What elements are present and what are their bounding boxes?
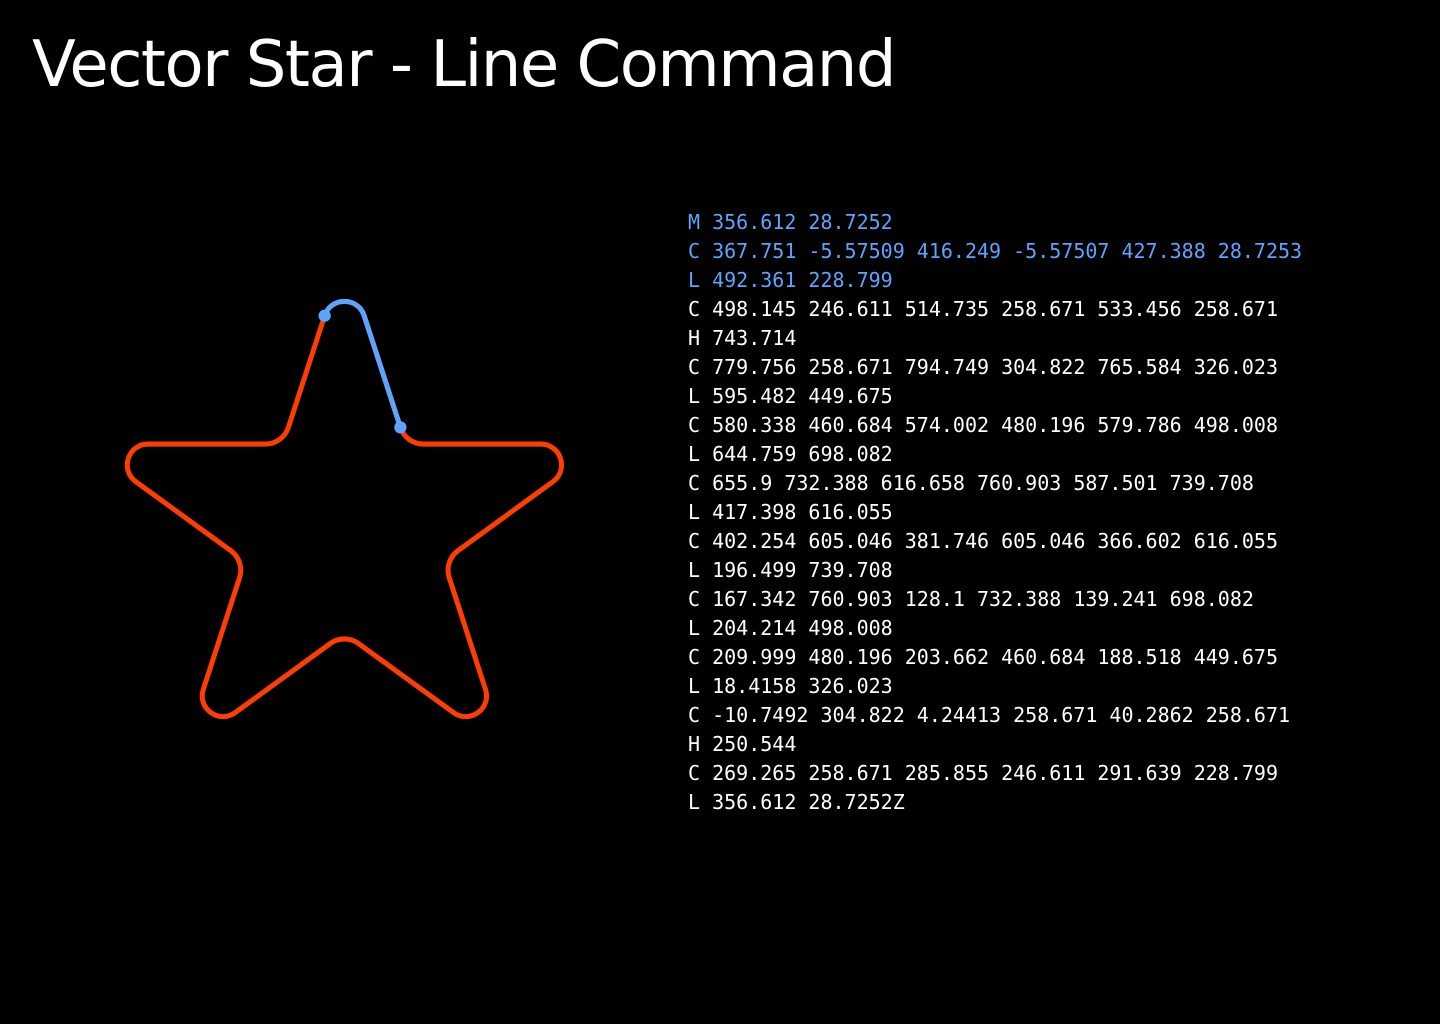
path-command: L 18.4158 326.023 (688, 674, 893, 698)
path-command-highlighted: C 367.751 -5.57509 416.249 -5.57507 427.… (688, 239, 1303, 263)
segment-start-point (318, 309, 331, 322)
path-command: C 402.254 605.046 381.746 605.046 366.60… (688, 529, 1279, 553)
path-command: H 250.544 (688, 732, 797, 756)
path-command-highlighted: M 356.612 28.7252 (688, 210, 893, 234)
path-command: C -10.7492 304.822 4.24413 258.671 40.28… (688, 703, 1291, 727)
path-command: L 196.499 739.708 (688, 558, 893, 582)
path-command: H 743.714 (688, 326, 797, 350)
path-command: C 779.756 258.671 794.749 304.822 765.58… (688, 355, 1279, 379)
path-command: L 595.482 449.675 (688, 384, 893, 408)
path-command: C 167.342 760.903 128.1 732.388 139.241 … (688, 587, 1254, 611)
star-outline (124, 299, 564, 720)
path-command: C 580.338 460.684 574.002 480.196 579.78… (688, 413, 1279, 437)
path-command: C 269.265 258.671 285.855 246.611 291.63… (688, 761, 1279, 785)
path-command: C 655.9 732.388 616.658 760.903 587.501 … (688, 471, 1254, 495)
star-figure (124, 299, 564, 720)
page-title: Vector Star - Line Command (32, 28, 896, 102)
path-command: L 417.398 616.055 (688, 500, 893, 524)
path-command: C 498.145 246.611 514.735 258.671 533.45… (688, 297, 1279, 321)
path-command: C 209.999 480.196 203.662 460.684 188.51… (688, 645, 1279, 669)
path-command: L 204.214 498.008 (688, 616, 893, 640)
path-command: L 356.612 28.7252Z (688, 790, 905, 814)
path-command: L 644.759 698.082 (688, 442, 893, 466)
path-command-highlighted: L 492.361 228.799 (688, 268, 893, 292)
path-command-list: M 356.612 28.7252 C 367.751 -5.57509 416.… (688, 208, 1302, 817)
active-segment (322, 299, 403, 430)
segment-end-point (394, 421, 407, 434)
